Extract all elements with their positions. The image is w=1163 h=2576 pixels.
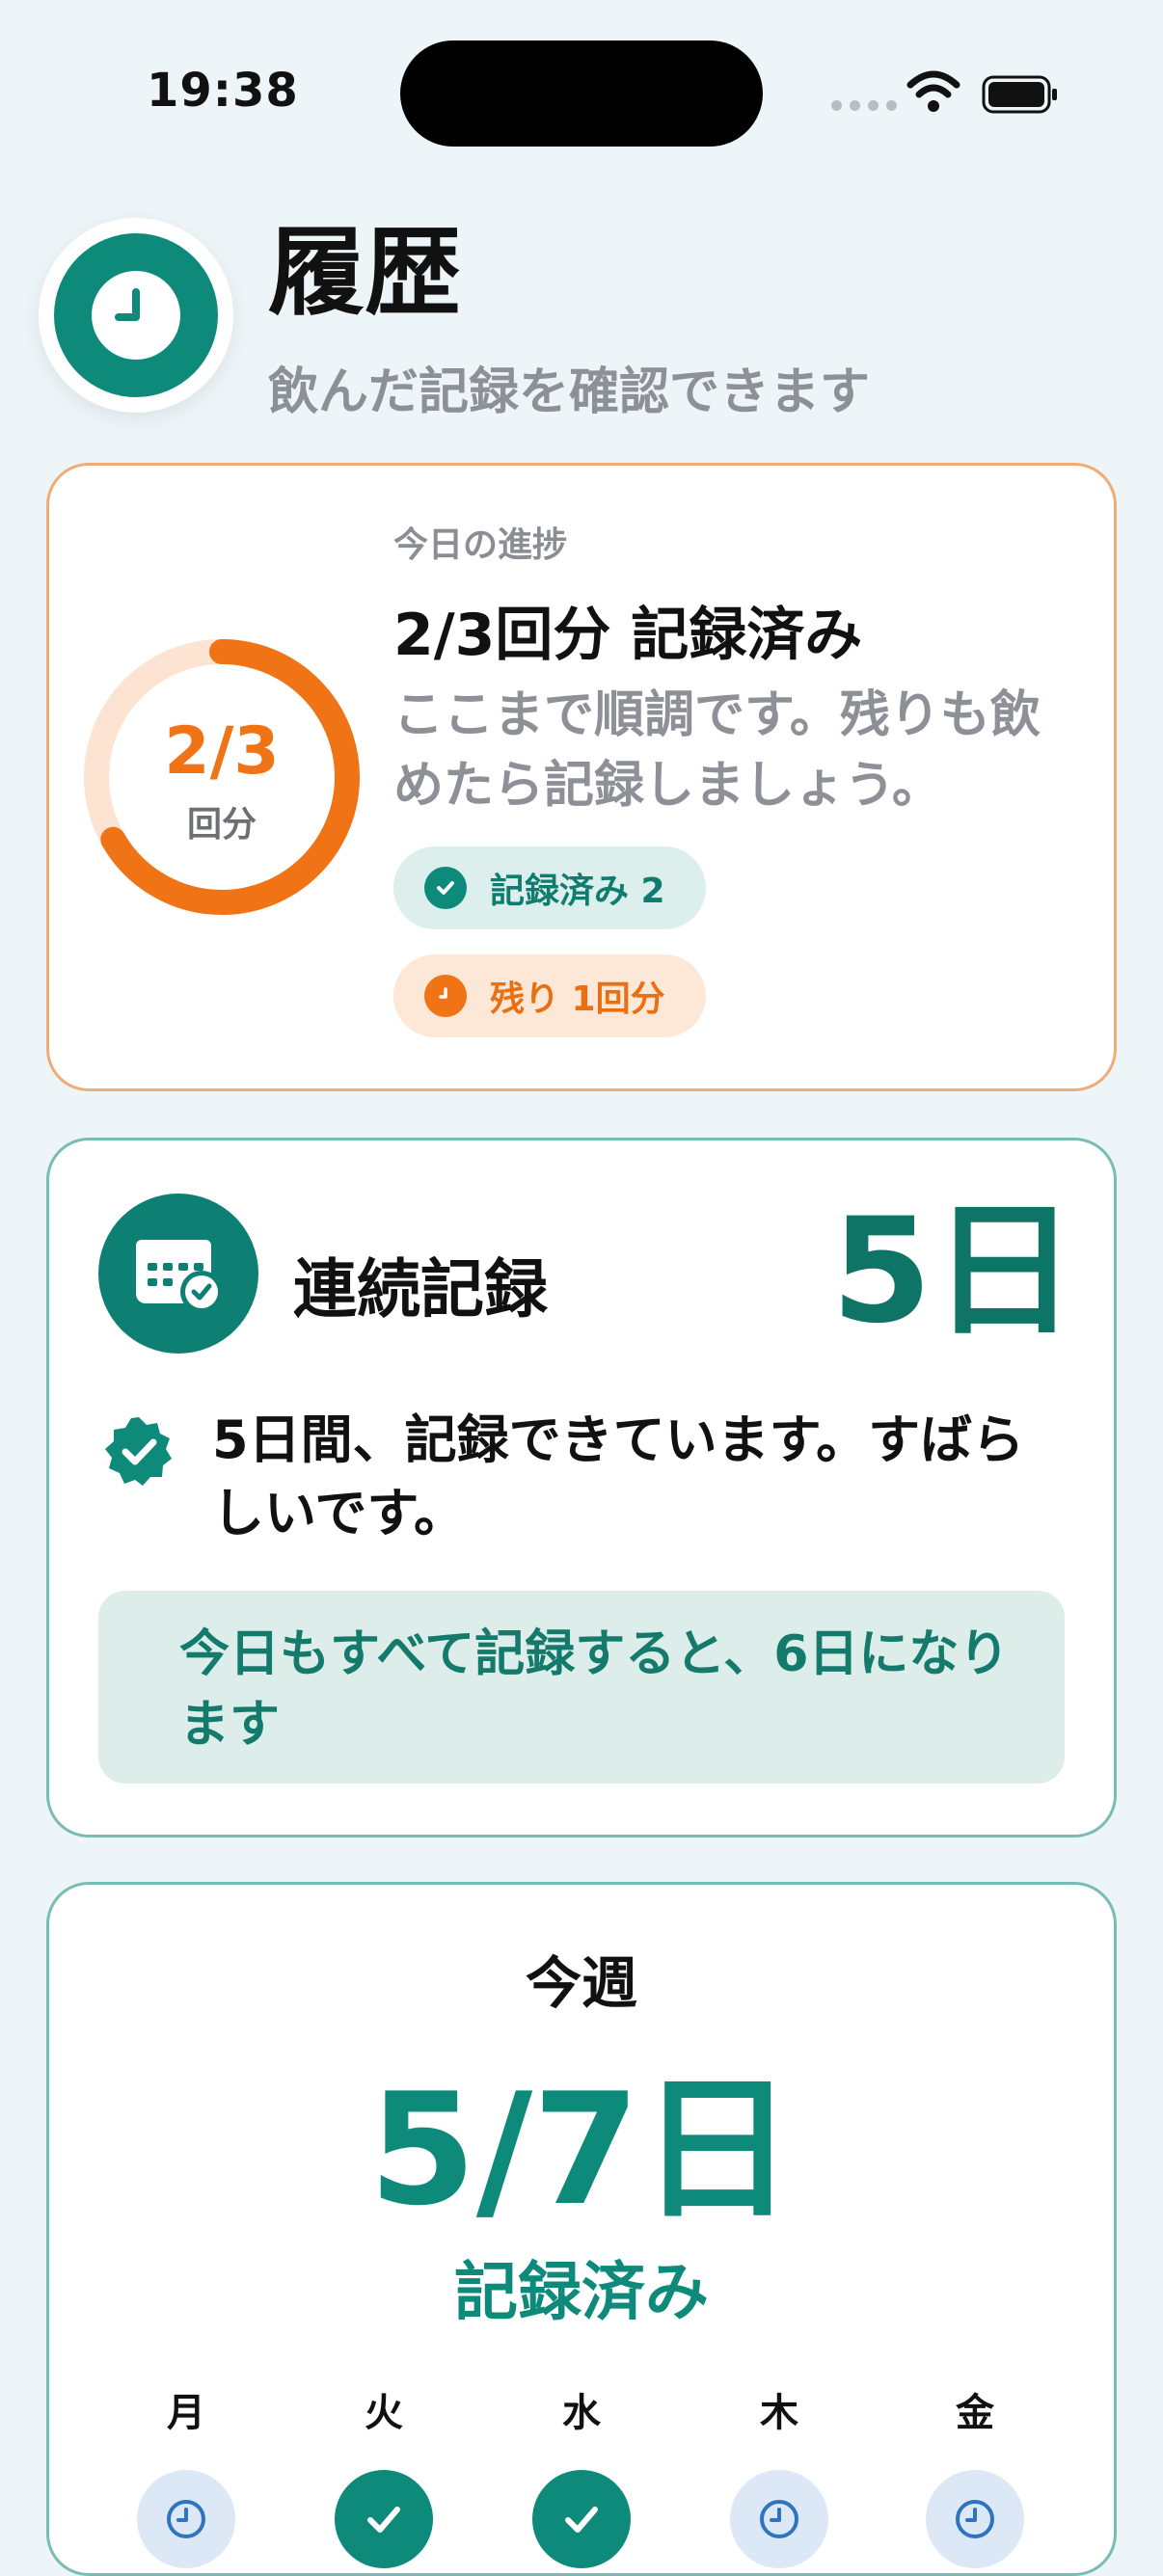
week-title: 今週 [525, 1950, 637, 2016]
week-day-fri[interactable]: 金 [922, 2381, 1028, 2568]
clock-icon [54, 233, 218, 397]
remaining-count-text: 残り 1回分 [490, 979, 665, 1019]
day-name: 火 [365, 2391, 403, 2435]
progress-message: ここまで順調です。残りも飲めたら記録しましょう。 [393, 686, 1041, 815]
battery-icon [982, 75, 1057, 114]
streak-title: 連続記録 [293, 1252, 548, 1327]
clock-icon [137, 2470, 235, 2568]
week-day-wed[interactable]: 水 [528, 2381, 635, 2568]
check-icon [335, 2470, 433, 2568]
week-day-mon[interactable]: 月 [133, 2381, 239, 2568]
week-day-tue[interactable]: 火 [331, 2381, 437, 2568]
progress-title: 2/3回分 記録済み [393, 602, 863, 669]
wifi-icon [906, 70, 960, 112]
recorded-count-pill: 記録済み 2 [393, 846, 706, 929]
streak-hint: 今日もすべて記録すると、6日になります [179, 1625, 1010, 1754]
progress-ring-value: 2/3 [164, 713, 280, 790]
week-day-thu[interactable]: 木 [726, 2381, 832, 2568]
day-name: 月 [167, 2391, 205, 2435]
page-title: 履歴 [268, 216, 461, 329]
progress-ring-unit: 回分 [186, 805, 257, 845]
streak-days: 5日 [831, 1188, 1077, 1355]
signal-dots-icon [831, 100, 897, 111]
day-name: 木 [760, 2391, 798, 2435]
dynamic-island [400, 40, 763, 147]
remaining-count-pill: 残り 1回分 [393, 954, 706, 1037]
streak-message: 5日間、記録できています。すばらしいです。 [212, 1409, 1025, 1543]
clock-icon [424, 975, 467, 1017]
status-time: 19:38 [147, 64, 299, 118]
verified-badge-icon [105, 1417, 172, 1486]
page-subtitle: 飲んだ記録を確認できます [268, 363, 871, 421]
day-name: 水 [562, 2391, 601, 2435]
week-value: 5/7日 [368, 2059, 795, 2240]
week-label: 記録済み [454, 2255, 709, 2329]
calendar-check-icon [98, 1194, 258, 1354]
clock-icon [730, 2470, 828, 2568]
check-icon [532, 2470, 631, 2568]
progress-label: 今日の進捗 [393, 525, 568, 565]
check-icon [424, 867, 467, 909]
day-name: 金 [956, 2391, 994, 2435]
recorded-count-text: 記録済み 2 [490, 872, 665, 911]
clock-icon [926, 2470, 1024, 2568]
